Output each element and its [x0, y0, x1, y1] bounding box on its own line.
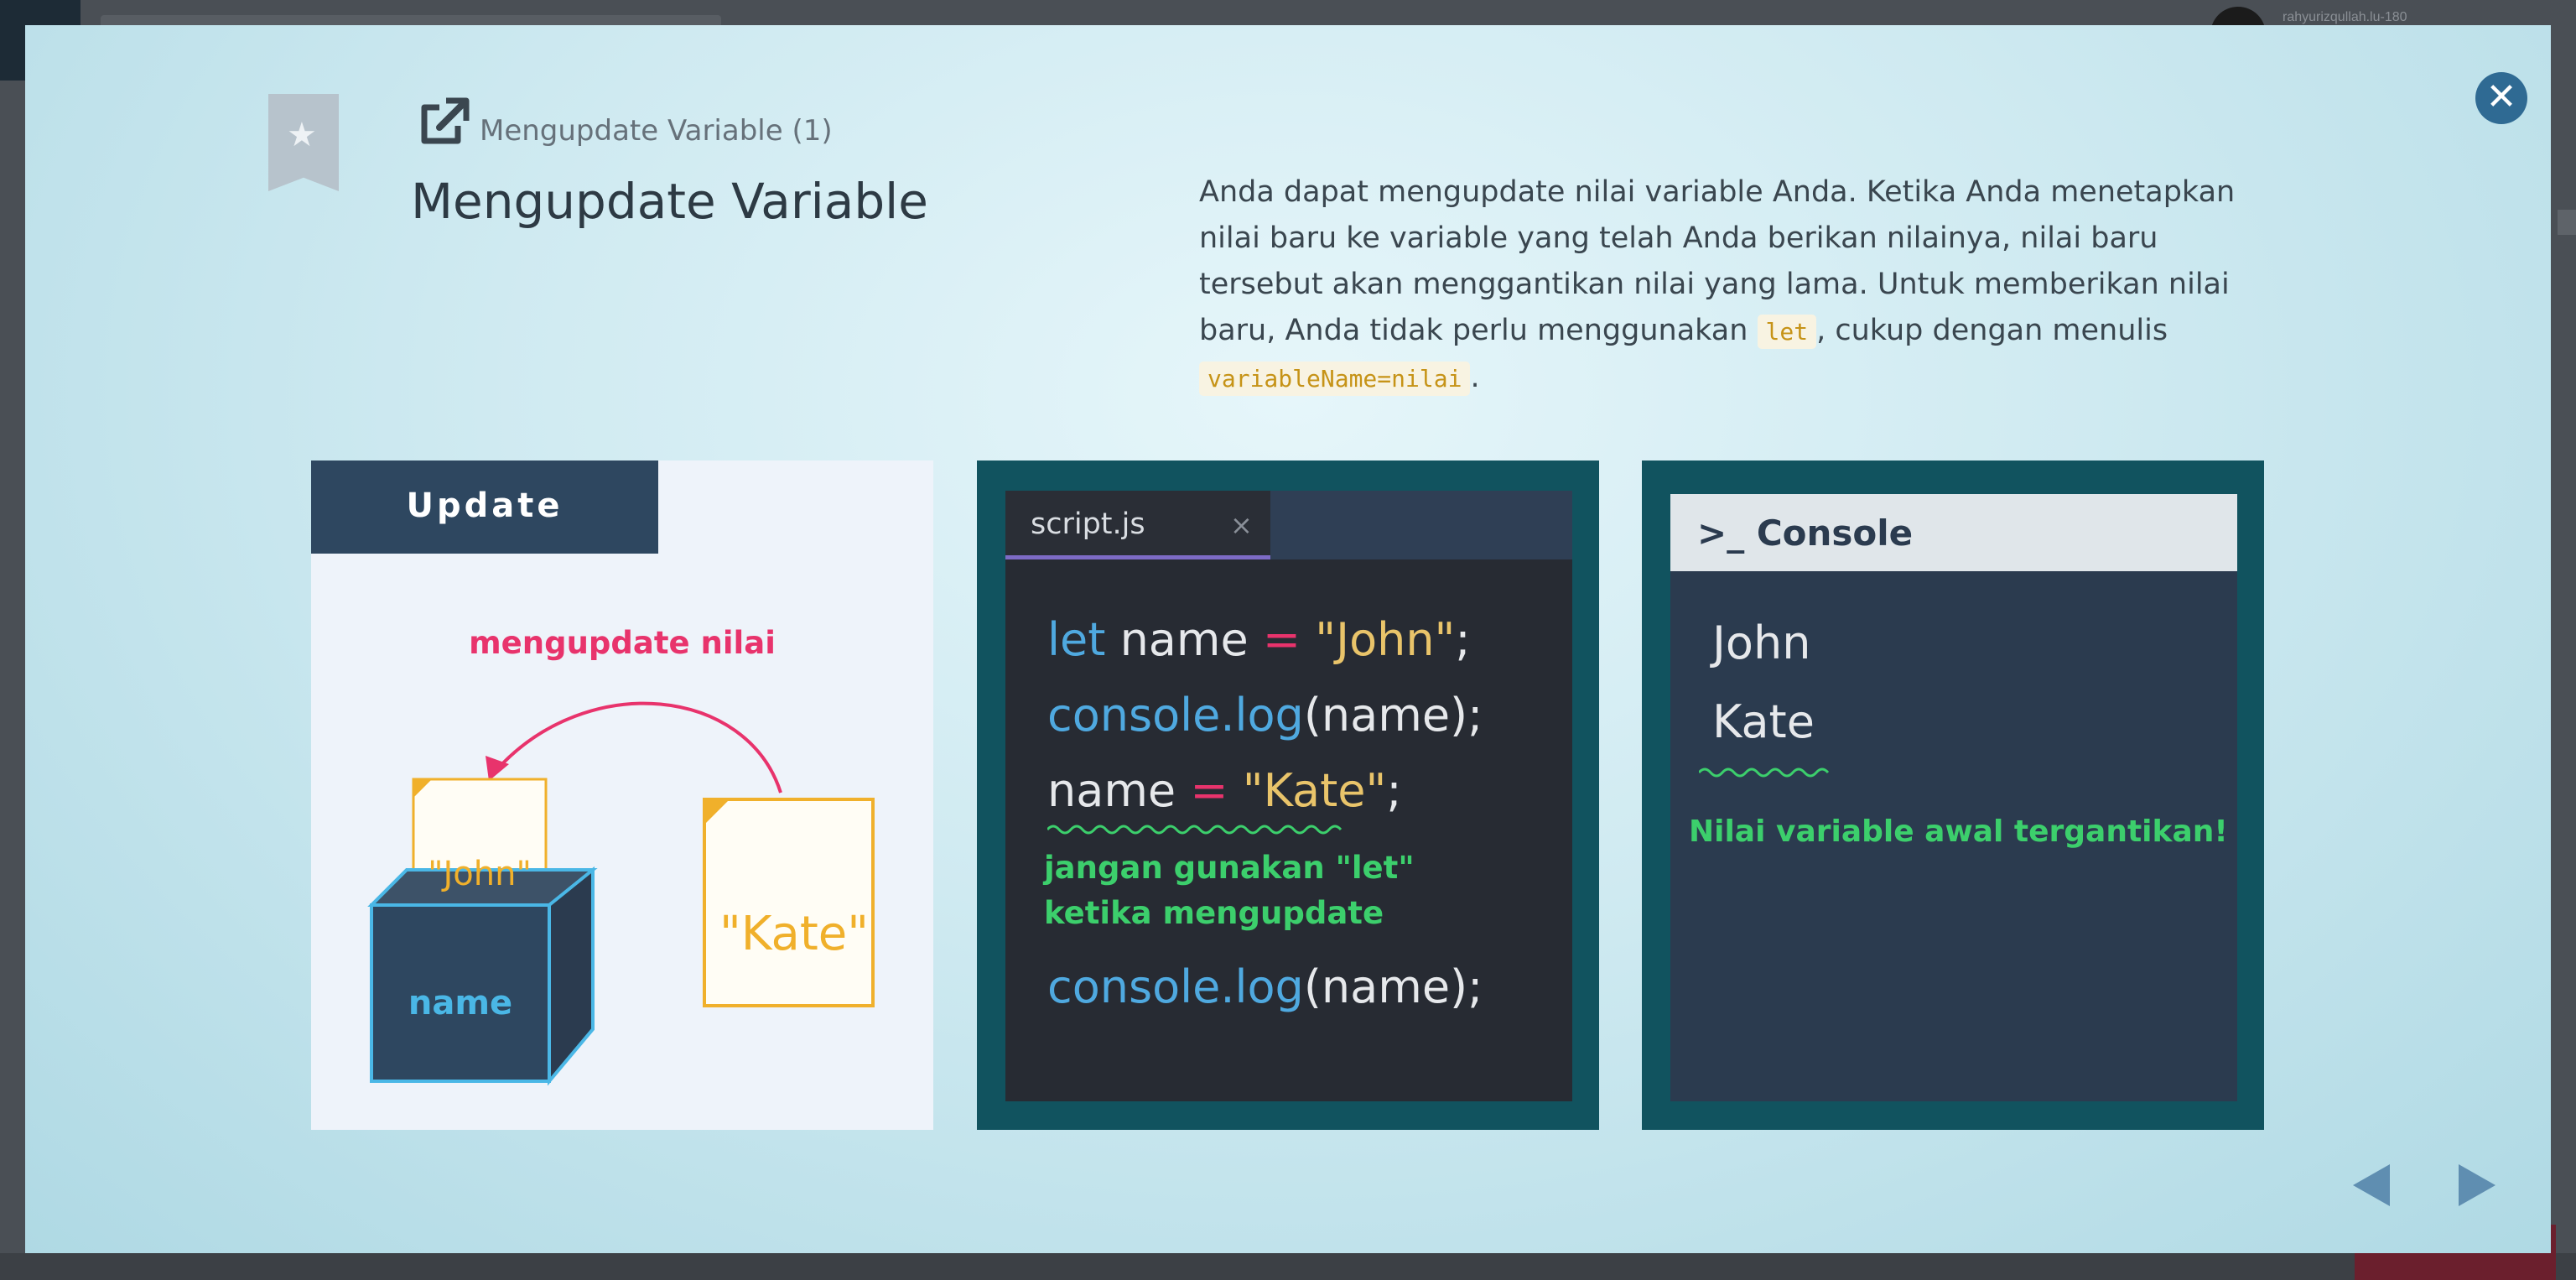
code-string: "John"	[1301, 613, 1456, 666]
squiggle-underline	[1047, 825, 1343, 835]
console-output-2: Kate	[1712, 695, 1815, 748]
tab-file-name: script.js	[1031, 507, 1145, 541]
scrollbar	[2558, 210, 2576, 235]
inline-code-let: let	[1757, 315, 1817, 349]
next-arrow-icon[interactable]	[2459, 1164, 2496, 1206]
close-icon[interactable]: ✕	[2475, 72, 2527, 124]
code-semicolon: ;	[1386, 764, 1402, 817]
code-string: "Kate"	[1228, 764, 1387, 817]
star-icon: ★	[287, 116, 317, 154]
code-function: console.log	[1047, 689, 1304, 741]
description-text: .	[1470, 361, 1480, 394]
code-identifier: name	[1105, 613, 1263, 666]
code-line-1: let name = "John";	[1047, 613, 1471, 666]
code-identifier: name	[1047, 764, 1191, 817]
update-illustration-panel: Update mengupdate nilai "John" "Kate" na…	[311, 460, 933, 1130]
code-args: (name);	[1303, 960, 1483, 1013]
editor-tab-bar: script.js ×	[1005, 491, 1572, 559]
external-link-icon[interactable]	[413, 92, 473, 153]
code-line-2: console.log(name);	[1047, 689, 1483, 741]
code-semicolon: ;	[1455, 613, 1471, 666]
previous-arrow-icon[interactable]	[2353, 1164, 2390, 1206]
inline-code-assignment: variableName=nilai	[1199, 362, 1471, 396]
page-title: Mengupdate Variable	[411, 173, 928, 230]
variable-box-label: name	[408, 984, 513, 1022]
code-note-1: jangan gunakan "let"	[1044, 850, 1415, 886]
code-editor: script.js × let name = "John"; console.l…	[1005, 491, 1572, 1101]
console-output-1: John	[1712, 617, 1811, 669]
tab-script-js[interactable]: script.js ×	[1005, 491, 1270, 559]
console-note: Nilai variable awal tergantikan!	[1689, 814, 2228, 849]
terminal-icon: >_	[1697, 513, 1745, 554]
code-editor-panel: script.js × let name = "John"; console.l…	[977, 460, 1599, 1130]
bookmark-button[interactable]: ★	[268, 94, 339, 191]
update-diagram	[367, 701, 875, 1086]
code-args: (name);	[1303, 689, 1483, 741]
code-function: console.log	[1047, 960, 1304, 1013]
lesson-modal: ✕ ★ Mengupdate Variable (1) Mengupdate V…	[25, 25, 2551, 1253]
code-note-2: ketika mengupdate	[1044, 895, 1384, 931]
new-value-doc: "Kate"	[719, 907, 869, 961]
old-value-doc: "John"	[428, 855, 532, 893]
code-line-4: console.log(name);	[1047, 960, 1483, 1013]
code-line-3: name = "Kate";	[1047, 764, 1402, 817]
squiggle-underline	[1699, 767, 1830, 778]
lesson-subtitle: Mengupdate Variable (1)	[480, 114, 833, 148]
code-operator: =	[1190, 764, 1228, 817]
lesson-description: Anda dapat mengupdate nilai variable And…	[1199, 169, 2289, 402]
console: >_ Console John Kate Nilai variable awal…	[1670, 494, 2237, 1101]
user-label: rahyurizqullah.lu-180	[2283, 10, 2407, 24]
console-title: >_ Console	[1697, 513, 1913, 554]
code-operator: =	[1262, 613, 1301, 666]
tab-close-icon[interactable]: ×	[1230, 509, 1253, 541]
code-keyword: let	[1047, 613, 1106, 666]
description-text: , cukup dengan menulis	[1816, 314, 2168, 347]
console-header: >_ Console	[1670, 494, 2237, 571]
console-title-text: Console	[1756, 513, 1914, 554]
background-bottom-bar	[0, 1253, 2576, 1280]
console-panel: >_ Console John Kate Nilai variable awal…	[1642, 460, 2264, 1130]
